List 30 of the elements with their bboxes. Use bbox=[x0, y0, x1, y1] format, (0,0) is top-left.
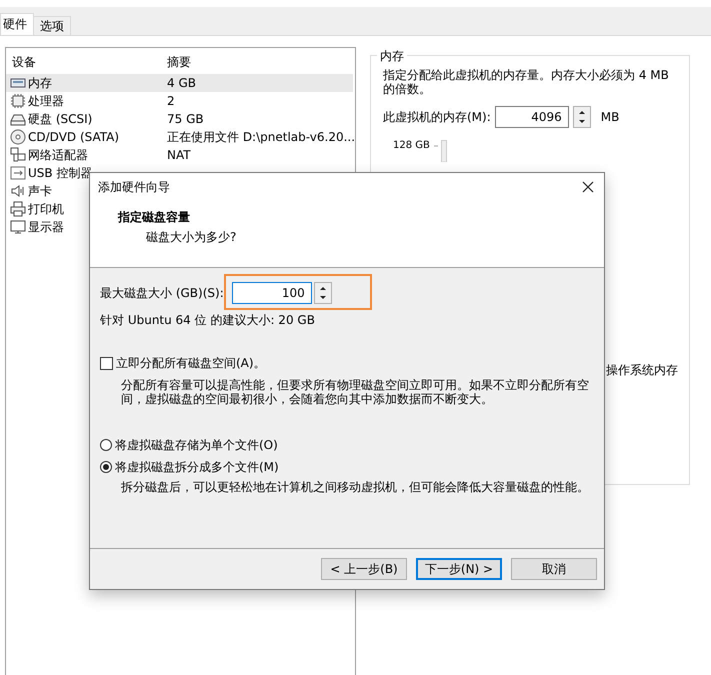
device-name: 处理器 bbox=[28, 92, 64, 110]
memory-note: 操作系统内存 bbox=[606, 362, 678, 379]
device-summary: 正在使用文件 D:\pnetlab-v6.20... bbox=[166, 128, 356, 146]
device-name: 声卡 bbox=[28, 182, 52, 200]
device-summary: 4 GB bbox=[166, 76, 197, 90]
option-description: 分配所有容量可以提高性能，但要求所有物理磁盘空间立即可用。如果不立即分配所有空间，虚拟磁盘的空间最初很小，会随着您向其中添加数据而不断变大。 bbox=[121, 378, 590, 406]
step-heading: 指定磁盘容量 bbox=[118, 209, 191, 226]
unit-label: MB bbox=[600, 110, 620, 124]
radio-label: 将虚拟磁盘拆分成多个文件(M) bbox=[115, 458, 279, 476]
device-name: 内存 bbox=[28, 74, 52, 92]
checkbox-label: 立即分配所有磁盘空间(A)。 bbox=[116, 355, 266, 372]
device-summary: NAT bbox=[166, 148, 192, 162]
size-label: 最大磁盘大小 (GB)(S): bbox=[100, 284, 224, 302]
memory-label: 此虚拟机的内存(M): bbox=[383, 108, 491, 126]
column-header: 设备 bbox=[11, 54, 37, 70]
radio-label: 将虚拟磁盘存储为单个文件(O) bbox=[115, 436, 278, 454]
device-summary: 2 bbox=[166, 94, 176, 108]
device-name: 硬盘 (SCSI) bbox=[28, 110, 92, 128]
device-name: 打印机 bbox=[28, 200, 64, 218]
device-name: CD/DVD (SATA) bbox=[28, 130, 120, 144]
column-header: 摘要 bbox=[166, 54, 192, 70]
option-description: 拆分磁盘后，可以更轻松地在计算机之间移动虚拟机，但可能会降低大容量磁盘的性能。 bbox=[121, 480, 590, 494]
memory-description: 指定分配给此虚拟机的内存量。内存大小必须为 4 MB 的倍数。 bbox=[383, 68, 670, 96]
dialog-title: 添加硬件向导 bbox=[98, 178, 170, 196]
slider-label: 128 GB bbox=[393, 140, 430, 151]
device-name: 显示器 bbox=[28, 218, 64, 236]
device-summary: 75 GB bbox=[166, 112, 205, 126]
step-subheading: 磁盘大小为多少? bbox=[146, 229, 238, 246]
recommendation-text: 针对 Ubuntu 64 位 的建议大小: 20 GB bbox=[100, 312, 316, 329]
device-name: 网络适配器 bbox=[28, 146, 88, 164]
